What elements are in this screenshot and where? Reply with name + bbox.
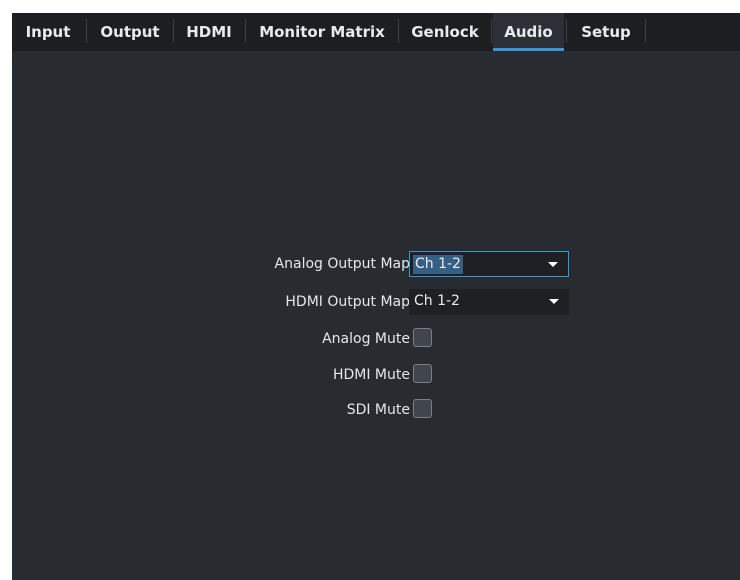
tab-separator xyxy=(245,19,246,43)
tab-hdmi-label: HDMI xyxy=(186,23,232,41)
analog-output-map-label: Analog Output Map xyxy=(274,256,410,272)
hdmi-mute-checkbox[interactable] xyxy=(413,364,432,383)
active-tab-indicator xyxy=(493,48,564,51)
chevron-down-icon xyxy=(549,299,559,304)
tab-output[interactable]: Output xyxy=(88,13,172,51)
tab-output-label: Output xyxy=(100,23,160,41)
tab-separator xyxy=(645,19,646,43)
tab-input[interactable]: Input xyxy=(12,13,84,51)
analog-mute-checkbox[interactable] xyxy=(413,328,432,347)
sdi-mute-label: SDI Mute xyxy=(346,402,410,418)
tab-setup[interactable]: Setup xyxy=(568,13,644,51)
tab-audio-label: Audio xyxy=(504,23,553,41)
analog-mute-label: Analog Mute xyxy=(322,331,410,347)
analog-output-map-select[interactable]: Ch 1-2 xyxy=(409,251,569,277)
tab-setup-label: Setup xyxy=(581,23,631,41)
tab-genlock[interactable]: Genlock xyxy=(400,13,490,51)
analog-mute-row: Analog Mute xyxy=(12,326,740,352)
hdmi-mute-row: HDMI Mute xyxy=(12,362,740,388)
hdmi-output-map-value: Ch 1-2 xyxy=(414,293,460,309)
tab-bar: Input Output HDMI Monitor Matrix Genlock… xyxy=(12,13,740,51)
chevron-down-icon xyxy=(548,262,558,267)
tab-monitor-matrix[interactable]: Monitor Matrix xyxy=(248,13,396,51)
tab-hdmi[interactable]: HDMI xyxy=(175,13,243,51)
tab-genlock-label: Genlock xyxy=(411,23,479,41)
hdmi-output-map-select[interactable]: Ch 1-2 xyxy=(409,289,569,315)
tab-separator xyxy=(173,19,174,43)
tab-input-label: Input xyxy=(25,23,71,41)
sdi-mute-checkbox[interactable] xyxy=(413,399,432,418)
tab-audio[interactable]: Audio xyxy=(493,13,564,51)
tab-monitor-matrix-label: Monitor Matrix xyxy=(259,23,385,41)
hdmi-output-map-row: HDMI Output Map Ch 1-2 xyxy=(12,289,740,315)
tab-separator xyxy=(566,19,567,43)
hdmi-mute-label: HDMI Mute xyxy=(332,367,410,383)
settings-window: Input Output HDMI Monitor Matrix Genlock… xyxy=(12,13,740,580)
tab-separator xyxy=(398,19,399,43)
analog-output-map-row: Analog Output Map Ch 1-2 xyxy=(12,251,740,277)
sdi-mute-row: SDI Mute xyxy=(12,397,740,423)
tab-separator xyxy=(491,19,492,43)
tab-separator xyxy=(86,19,87,43)
analog-output-map-value: Ch 1-2 xyxy=(413,255,463,274)
hdmi-output-map-label: HDMI Output Map xyxy=(285,294,410,310)
